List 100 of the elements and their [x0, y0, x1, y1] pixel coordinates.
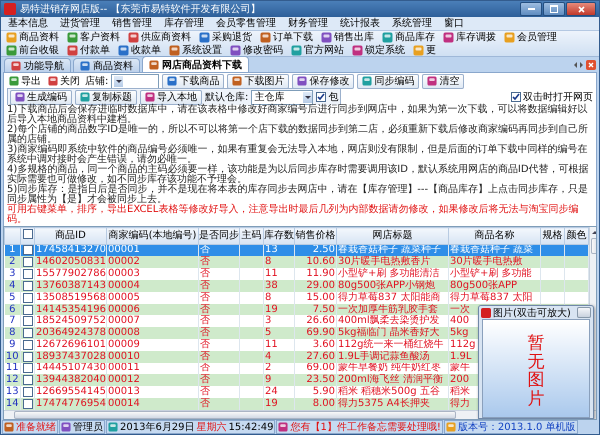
menu-item[interactable]: 会员零售管理 [211, 17, 281, 30]
column-header[interactable]: 库存数 [264, 228, 294, 244]
toolbar-button[interactable]: 库存调拨 [440, 31, 499, 43]
note-text: 3)商家编码即系统中软件的商品编号必须唯一，如果有重复会无法导入本地，网店则没有限制，但是后面的订单下载中同样的编号在系统中调对接时会产生错误，请勿必唯一。 [7, 145, 588, 165]
row-checkbox[interactable] [22, 340, 32, 350]
select-all-checkbox[interactable] [22, 229, 32, 240]
row-checkbox[interactable] [22, 352, 32, 362]
row-checkbox[interactable] [22, 387, 32, 398]
store-dropdown[interactable] [111, 74, 160, 88]
table-cell: 8 [264, 256, 294, 268]
menu-item[interactable]: 进货管理 [55, 17, 105, 30]
action-button[interactable]: 生成编码 [10, 90, 72, 104]
scroll-right-icon[interactable] [580, 62, 583, 68]
toolbar-button[interactable]: 前台收银 [3, 44, 62, 56]
table-cell: 18937437028 [34, 350, 106, 363]
status-icon [4, 422, 14, 432]
column-header[interactable]: 颜色 [564, 228, 588, 244]
tab[interactable]: 功能导航 [4, 58, 71, 72]
app-icon [382, 32, 393, 42]
column-header[interactable]: 网店标题 [336, 228, 448, 244]
toolbar-button[interactable]: 更 [410, 44, 439, 56]
toolbar-button[interactable]: 商品资料 [3, 31, 62, 43]
row-checkbox[interactable] [22, 245, 32, 256]
row-checkbox[interactable] [22, 316, 32, 326]
toolbar-button[interactable]: 销售出库 [318, 31, 377, 43]
app-icon [362, 76, 372, 86]
action-button[interactable]: 保存修改 [292, 74, 354, 88]
table-cell: 否 [198, 327, 240, 339]
row-checkbox[interactable] [22, 280, 32, 291]
table-cell: 20364924378 [34, 327, 106, 339]
minimize-button[interactable] [520, 2, 542, 16]
action-button[interactable]: 清空 [422, 74, 464, 88]
action-button[interactable]: 导入本地 [140, 90, 202, 104]
close-button[interactable] [566, 2, 596, 16]
table-cell: 30片暖手电热敷 [448, 256, 540, 268]
app-icon [260, 32, 271, 42]
row-checkbox[interactable] [22, 375, 32, 386]
table-row[interactable]: 2 14602050831 00002 否 8 10.60 30片暖手电热敷香片 30片暖手电热敷 [4, 256, 588, 268]
table-cell: 00014 [106, 398, 198, 410]
row-checkbox[interactable] [22, 398, 32, 409]
menu-item[interactable]: 统计报表 [335, 17, 385, 30]
action-button[interactable]: 同步编码 [357, 74, 420, 88]
app-icon [321, 32, 332, 42]
table-row[interactable]: 4 13760387143 00004 否 38 29.00 80g500张APP小钢炮 80g500张APP [4, 280, 588, 292]
maximize-button[interactable] [543, 2, 565, 16]
tab-icon [149, 60, 159, 70]
row-checkbox[interactable] [22, 328, 32, 338]
status-text: 您有【1】件工作备忘需要处理哦! [290, 420, 441, 434]
checkbox[interactable] [511, 92, 521, 102]
tab[interactable]: 网店商品资料下载 [142, 56, 249, 72]
column-header[interactable]: 商品名称 [448, 228, 540, 244]
toolbar-button[interactable]: 修改密码 [227, 44, 286, 56]
column-header[interactable]: 是否同步 [198, 228, 240, 244]
action-button[interactable]: 复制标题 [75, 90, 137, 104]
toolbar-button[interactable]: 会员管理 [501, 31, 560, 43]
table-cell: 00006 [106, 304, 198, 316]
scroll-left-icon[interactable] [574, 62, 577, 68]
row-checkbox[interactable] [22, 292, 32, 303]
table-cell: 00004 [106, 280, 198, 292]
menu-item[interactable]: 库存管理 [159, 17, 209, 30]
table-cell: 19 [264, 304, 294, 316]
toolbar-button[interactable]: 供应商资料 [125, 31, 194, 43]
status-text: 版本号：2013.1.0 单机版 [458, 420, 576, 434]
column-header[interactable]: 商家编码(本地编号) [106, 228, 198, 244]
column-header[interactable]: 商品ID [34, 228, 106, 244]
toolbar-button[interactable]: 关闭 [46, 74, 82, 88]
row-checkbox[interactable] [22, 257, 32, 268]
toolbar-button[interactable]: 付款单 [64, 44, 113, 56]
table-cell: 春栽香菇种子 蔬菜种子 [336, 244, 448, 256]
table-cell: 春栽香菇种子 蔬菜 [448, 244, 540, 256]
menu-item[interactable]: 窗口 [439, 17, 469, 30]
close-tab-button[interactable] [586, 60, 596, 70]
menu-item[interactable]: 销售管理 [107, 17, 157, 30]
toolbar-button[interactable]: 采购退货 [196, 31, 255, 43]
menu-item[interactable]: 基本信息 [3, 17, 53, 30]
action-button[interactable]: 下载商品 [162, 74, 224, 88]
toolbar-button[interactable]: 锁定系统 [349, 44, 408, 56]
toolbar-button[interactable]: 收款单 [115, 44, 164, 56]
row-checkbox[interactable] [22, 304, 32, 314]
checkbox[interactable] [316, 92, 326, 102]
app-icon [15, 92, 25, 102]
menu-item[interactable]: 财务管理 [283, 17, 333, 30]
table-cell: 否 [198, 244, 240, 256]
toolbar-button[interactable]: 客户资料 [64, 31, 123, 43]
status-icon [278, 422, 288, 432]
toolbar-button[interactable]: 订单下载 [257, 31, 316, 43]
toolbar-button[interactable]: 商品库存 [379, 31, 438, 43]
tab[interactable]: 商品资料 [73, 58, 140, 72]
row-checkbox[interactable] [22, 269, 32, 280]
row-checkbox[interactable] [22, 363, 32, 374]
warehouse-dropdown[interactable]: 主仓库 [251, 90, 314, 104]
toolbar-button[interactable]: 系统设置 [166, 44, 225, 56]
toolbar-button[interactable]: 导出 [7, 74, 43, 88]
menu-item[interactable]: 系统管理 [387, 17, 437, 30]
column-header[interactable]: 规格 [540, 228, 564, 244]
column-header[interactable]: 主码 [240, 228, 264, 244]
column-header[interactable]: 销售价格 [294, 228, 336, 244]
toolbar-button[interactable]: 官方网站 [288, 44, 347, 56]
table-cell: 4 [264, 350, 294, 363]
action-button[interactable]: 下载图片 [227, 74, 290, 88]
